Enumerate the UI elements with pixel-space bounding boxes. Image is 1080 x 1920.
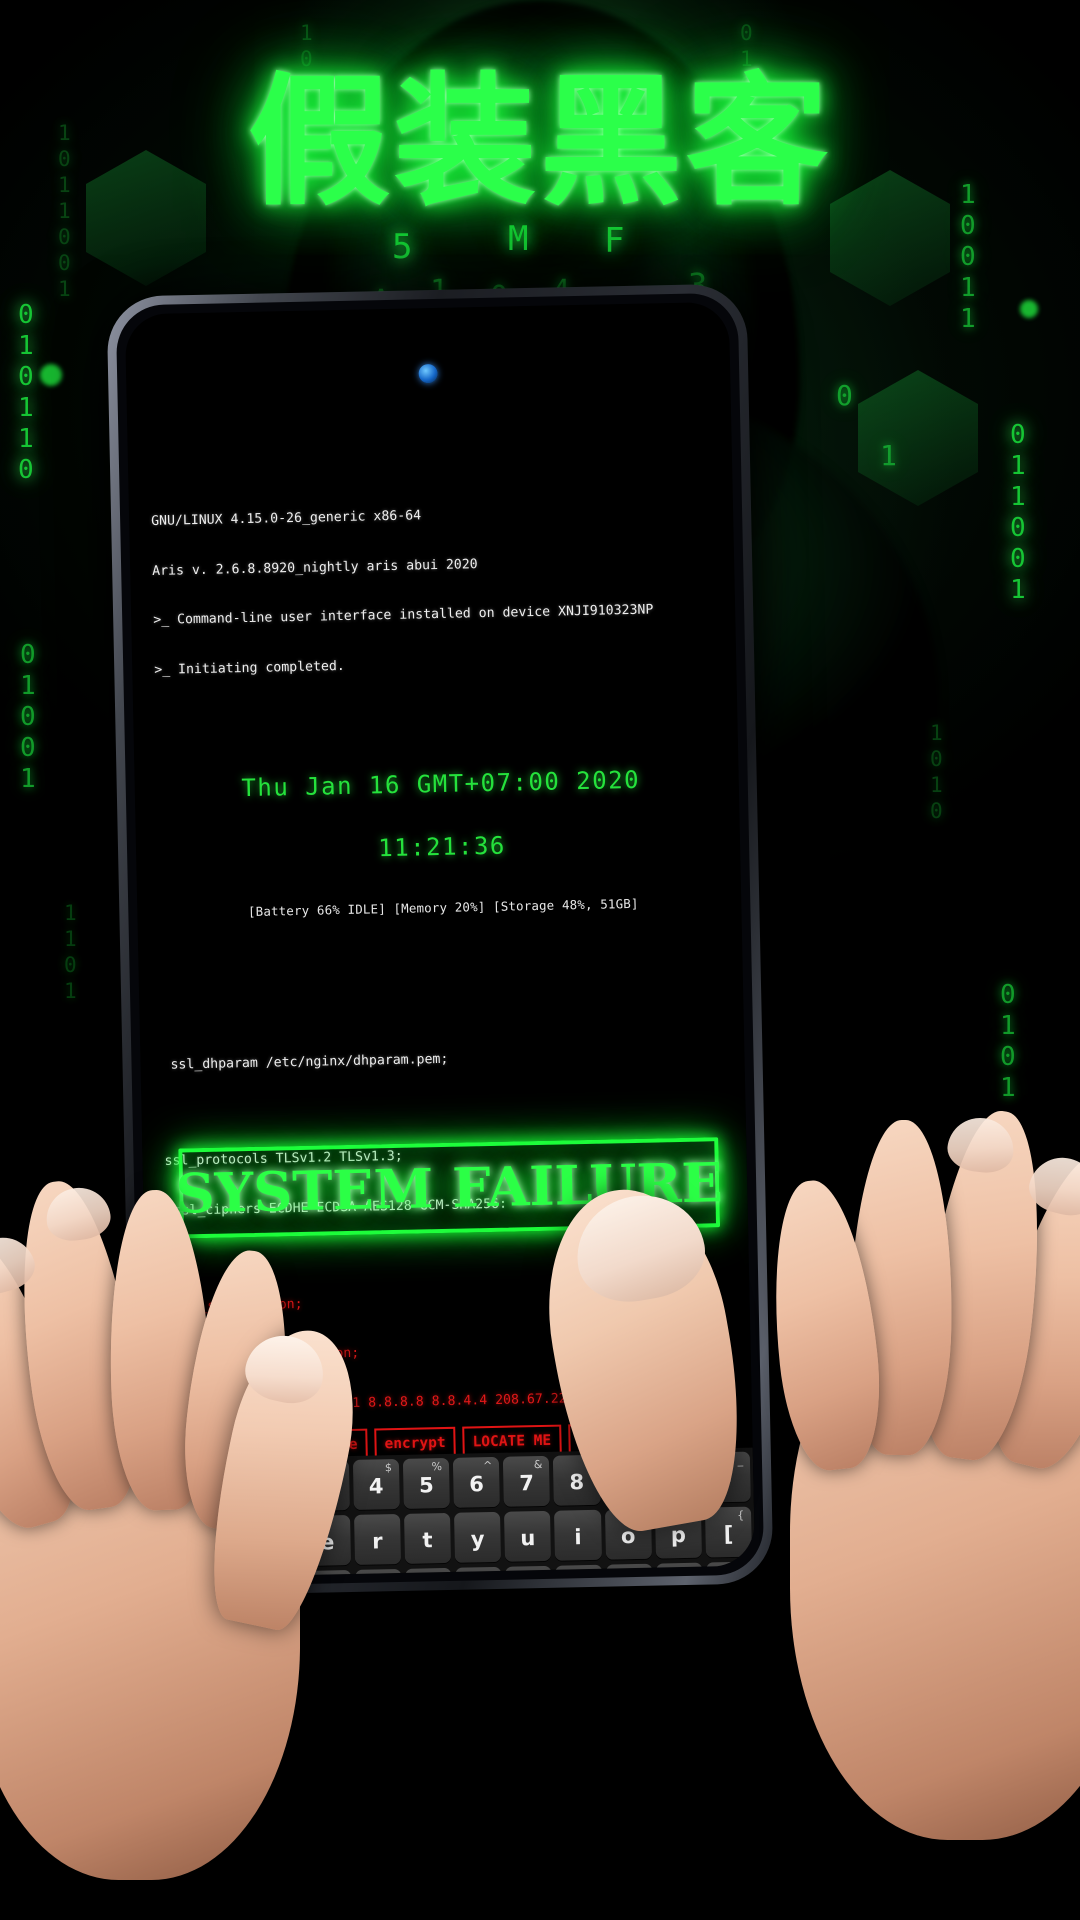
key-sup: _	[737, 1453, 744, 1467]
glow-dot	[40, 364, 62, 386]
key-t[interactable]: t	[403, 1512, 452, 1564]
matrix-code-column: 0 1 0 0 1	[20, 640, 37, 794]
key-sup: $	[384, 1461, 393, 1475]
clock-block: Thu Jan 16 GMT+07:00 2020 11:21:36 [Batt…	[156, 730, 728, 957]
nginx-line: ssl_dhparam /etc/nginx/dhparam.pem;	[162, 1052, 449, 1074]
poster-background: 0 1 0 1 1 0 1 0 1 1 0 0 1 0 1 0 0 1 1 1 …	[0, 0, 1080, 1920]
boot-line: >_ Initiating completed.	[154, 659, 345, 679]
key-sup: ~	[181, 1465, 192, 1479]
key-label: u	[520, 1526, 536, 1551]
boot-line: GNU/LINUX 4.15.0-26_generic x86-64	[151, 508, 422, 529]
clock-time: 11:21:36	[377, 831, 507, 863]
boot-line: >_ Command-line user interface installed…	[153, 602, 654, 629]
matrix-glyph: M	[508, 219, 530, 259]
system-stats: [Battery 66% IDLE] [Memory 20%] [Storage…	[247, 895, 639, 920]
matrix-code-column: 1 0 1 0	[930, 721, 944, 823]
matrix-code-column: 1 1 0 1	[64, 901, 78, 1003]
key-backtick[interactable]: ~ `	[151, 1463, 200, 1515]
key-sup: &	[533, 1457, 543, 1472]
matrix-glyph: 0	[836, 379, 854, 412]
matrix-code-column: 0 1 1 0 0 1	[1010, 420, 1027, 605]
key-sup: {	[737, 1508, 745, 1522]
key-tab[interactable]: ⇥	[153, 1518, 201, 1570]
key-label: r	[371, 1529, 383, 1554]
key-label: 5	[418, 1473, 434, 1498]
key-label: t	[422, 1528, 433, 1553]
key-label: ⇥	[170, 1535, 184, 1555]
key-6[interactable]: ^ 6	[452, 1456, 501, 1508]
clock-date: Thu Jan 16 GMT+07:00 2020	[241, 765, 641, 802]
key-sup: %	[431, 1460, 443, 1474]
key-label: `	[171, 1481, 180, 1500]
key-label: y	[470, 1527, 485, 1552]
matrix-code-column: 0 1 0 1	[1000, 980, 1017, 1103]
page-title: 假装黑客	[248, 60, 832, 225]
key-5[interactable]: % 5	[402, 1457, 450, 1509]
key-label: [	[723, 1521, 734, 1547]
key-label: 7	[519, 1471, 535, 1496]
key-label: 4	[368, 1474, 384, 1499]
key-sup: ^	[482, 1459, 493, 1473]
boot-line: Aris v. 2.6.8.8920_nightly aris abui 202…	[152, 556, 478, 579]
key-4[interactable]: $4	[352, 1458, 400, 1510]
key-r[interactable]: r	[353, 1513, 401, 1565]
key-i[interactable]: i	[554, 1509, 602, 1561]
matrix-glyph: 5	[392, 227, 414, 267]
key-label: 6	[468, 1472, 485, 1497]
key-7[interactable]: & 7	[503, 1455, 551, 1507]
key-y[interactable]: y	[454, 1511, 502, 1563]
key-label: i	[574, 1525, 582, 1550]
glow-dot	[1020, 300, 1038, 318]
key-u[interactable]: u	[504, 1510, 552, 1562]
matrix-glyph: F	[604, 221, 626, 261]
matrix-code-column: 0 1 0 1 1 0	[18, 300, 35, 485]
